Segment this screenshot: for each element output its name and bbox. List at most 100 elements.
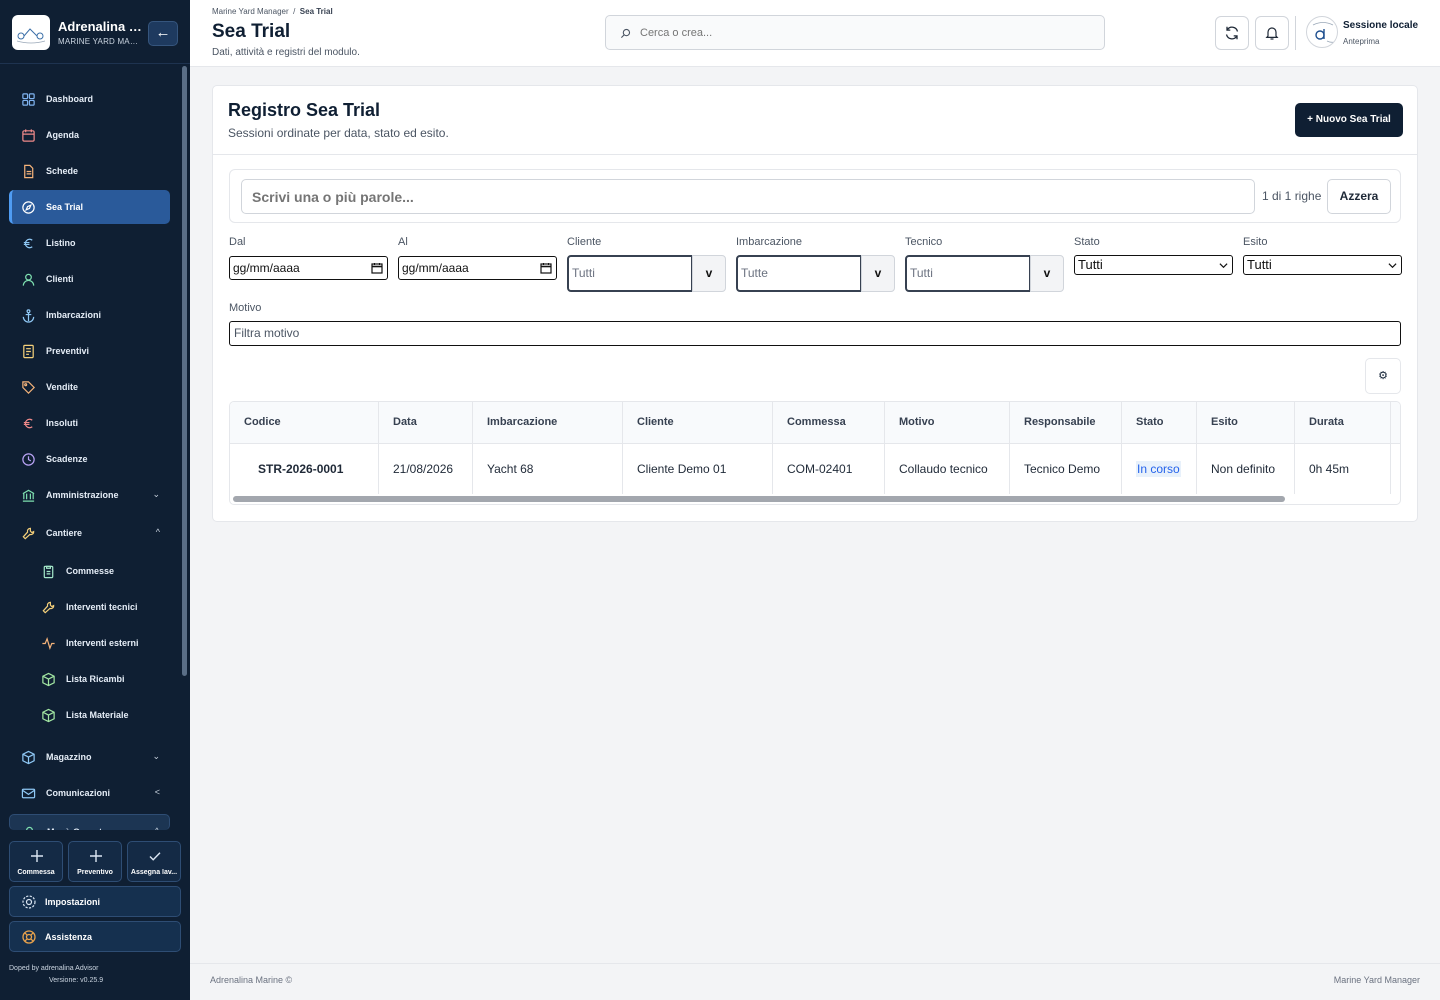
- cliente-input[interactable]: Tutti: [567, 255, 692, 292]
- sidebar-item-label: Scadenze: [46, 454, 88, 464]
- calendar-icon[interactable]: [540, 262, 552, 274]
- quick-new-commessa-button[interactable]: Commessa: [9, 841, 63, 882]
- column-header-imbarcazione[interactable]: Imbarcazione: [473, 402, 623, 443]
- sidebar-item-lista-materiale[interactable]: Lista Materiale: [9, 698, 170, 732]
- sidebar-item-label: Lista Materiale: [66, 710, 129, 720]
- cell-text: Yacht 68: [487, 462, 534, 476]
- sea-trial-table: Codice Data Imbarcazione Cliente Commessa Mot…: [229, 401, 1401, 505]
- column-header-responsabile[interactable]: Responsabile: [1010, 402, 1122, 443]
- calendar-icon[interactable]: [371, 262, 383, 274]
- status-badge[interactable]: In corso: [1136, 461, 1181, 477]
- sidebar-item-interventi-esterni[interactable]: Interventi esterni: [9, 626, 170, 660]
- cliente-dropdown-button[interactable]: v: [692, 255, 726, 292]
- support-button[interactable]: Assistenza: [9, 921, 181, 952]
- sidebar-item-label: Insoluti: [46, 418, 78, 428]
- footer-app-name: Marine Yard Manager: [1333, 975, 1420, 985]
- dal-label: Dal: [229, 236, 246, 248]
- table-horizontal-scrollbar[interactable]: [233, 496, 1285, 502]
- tecnico-label: Tecnico: [905, 236, 943, 248]
- refresh-button[interactable]: [1215, 16, 1249, 50]
- rows-count: 1 di 1 righe: [1262, 189, 1322, 203]
- sidebar-item-interventi-tecnici[interactable]: Interventi tecnici: [9, 590, 170, 624]
- fulltext-search-input[interactable]: [241, 179, 1255, 214]
- sidebar-item-label: Comunicazioni: [46, 788, 111, 798]
- column-header-esito[interactable]: Esito: [1197, 402, 1295, 443]
- quick-new-preventivo-button[interactable]: Preventivo: [68, 841, 122, 882]
- sidebar-scrollbar[interactable]: [182, 66, 187, 676]
- quick-action-label: Assegna lav...: [130, 869, 178, 876]
- cell-text: Non definito: [1211, 462, 1276, 476]
- column-header-durata[interactable]: Durata: [1295, 402, 1391, 443]
- column-header-codice[interactable]: Codice: [230, 402, 379, 443]
- table-row[interactable]: STR-2026-0001 21/08/2026 Yacht 68 Cliente D…: [230, 444, 1400, 494]
- search-input[interactable]: [640, 25, 1080, 41]
- sidebar-item-sea-trial[interactable]: Sea Trial: [9, 190, 170, 224]
- search-icon: [620, 28, 631, 39]
- imbarcazione-dropdown-button[interactable]: v: [861, 255, 895, 292]
- tecnico-dropdown-button[interactable]: v: [1030, 255, 1064, 292]
- settings-button[interactable]: Impostazioni: [9, 886, 181, 917]
- euro-icon: [23, 238, 33, 249]
- sidebar-item-magazzino[interactable]: Magazzino ⌄: [9, 740, 170, 774]
- sidebar-item-amministrazione[interactable]: Amministrazione ⌄: [9, 478, 170, 512]
- sidebar-item-lista-ricambi[interactable]: Lista Ricambi: [9, 662, 170, 696]
- sidebar-item-label: Amministrazione: [46, 490, 119, 500]
- sidebar-item-scadenze[interactable]: Scadenze: [9, 442, 170, 476]
- sidebar-item-comunicazioni[interactable]: Comunicazioni <: [9, 776, 170, 810]
- cell-durata: 0h 45m: [1295, 444, 1391, 494]
- column-header-stato[interactable]: Stato: [1122, 402, 1197, 443]
- sidebar-item-listino[interactable]: Listino: [9, 226, 170, 260]
- avatar[interactable]: [1306, 16, 1338, 48]
- al-date-input[interactable]: gg/mm/aaaa: [398, 256, 557, 280]
- cell-text: STR-2026-0001: [258, 462, 344, 476]
- calendar-icon: [22, 129, 35, 142]
- card-title: Registro Sea Trial: [228, 100, 381, 120]
- tag-icon: [22, 381, 35, 394]
- header-divider: [1295, 16, 1296, 50]
- sidebar-item-schede[interactable]: Schede: [9, 154, 170, 188]
- motivo-filter-input[interactable]: Filtra motivo: [229, 321, 1401, 346]
- sidebar-item-men-operatore[interactable]: Menù Operatore ^: [9, 814, 170, 830]
- al-label: Al: [398, 236, 408, 248]
- top-header: Marine Yard Manager / Sea Trial Sea Tria…: [190, 0, 1440, 67]
- table-settings-button[interactable]: ⚙: [1365, 358, 1401, 394]
- stato-select[interactable]: Tutti: [1074, 255, 1233, 275]
- column-header-cliente[interactable]: Cliente: [623, 402, 773, 443]
- sidebar-item-dashboard[interactable]: Dashboard: [9, 82, 170, 116]
- card-header: Registro Sea Trial Sessioni ordinate per…: [213, 86, 1417, 155]
- cell-text: Tecnico Demo: [1024, 462, 1101, 476]
- cell-text: Collaudo tecnico: [899, 462, 988, 476]
- reset-filters-button[interactable]: Azzera: [1327, 179, 1391, 214]
- sidebar-item-label: Vendite: [46, 382, 79, 392]
- sidebar-item-insoluti[interactable]: Insoluti: [9, 406, 170, 440]
- sidebar-item-commesse[interactable]: Commesse: [9, 554, 170, 588]
- mail-icon: [21, 788, 36, 799]
- sidebar-item-preventivi[interactable]: Preventivi: [9, 334, 170, 368]
- quick-action-label: Commessa: [17, 869, 55, 876]
- dal-date-input[interactable]: gg/mm/aaaa: [229, 256, 388, 280]
- breadcrumb-root[interactable]: Marine Yard Manager: [212, 7, 289, 16]
- session-mode: Anteprima: [1343, 37, 1380, 46]
- notifications-button[interactable]: [1255, 16, 1289, 50]
- sidebar-item-vendite[interactable]: Vendite: [9, 370, 170, 404]
- cell-stato: In corso: [1122, 444, 1197, 494]
- tecnico-input[interactable]: Tutti: [905, 255, 1030, 292]
- column-header-data[interactable]: Data: [379, 402, 473, 443]
- imbarcazione-input[interactable]: Tutte: [736, 255, 861, 292]
- app-title: Adrenalina M...: [58, 19, 142, 34]
- sidebar-item-clienti[interactable]: Clienti: [9, 262, 170, 296]
- column-header-commessa[interactable]: Commessa: [773, 402, 885, 443]
- column-header-motivo[interactable]: Motivo: [885, 402, 1010, 443]
- refresh-icon: [1225, 26, 1239, 40]
- quick-assign-work-button[interactable]: Assegna lav...: [127, 841, 181, 882]
- new-sea-trial-button[interactable]: + Nuovo Sea Trial: [1295, 103, 1403, 137]
- bank-icon: [22, 489, 35, 502]
- cell-text: 21/08/2026: [393, 462, 454, 476]
- sidebar-item-cantiere[interactable]: Cantiere ^: [9, 516, 170, 550]
- collapse-sidebar-button[interactable]: ←: [148, 21, 178, 46]
- global-search: [605, 15, 1105, 50]
- sidebar-item-imbarcazioni[interactable]: Imbarcazioni: [9, 298, 170, 332]
- sidebar-item-label: Agenda: [46, 130, 80, 140]
- sidebar-item-agenda[interactable]: Agenda: [9, 118, 170, 152]
- esito-select[interactable]: Tutti: [1243, 255, 1402, 275]
